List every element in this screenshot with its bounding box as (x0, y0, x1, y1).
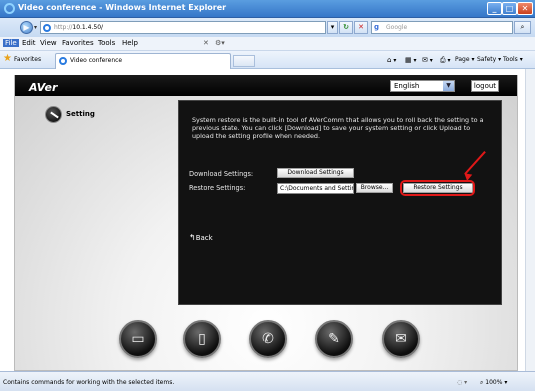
close-window-button[interactable]: ✕ (517, 2, 533, 15)
maximize-button[interactable]: □ (502, 2, 517, 15)
print-icon[interactable]: ⎙ ▾ (440, 56, 451, 65)
search-go-button[interactable]: ⌕ (514, 21, 531, 34)
tab-title: Video conference (70, 57, 123, 64)
browse-button[interactable]: Browse... (356, 183, 393, 193)
restore-description: System restore is the built-in tool of A… (192, 116, 484, 140)
forward-nav-button[interactable]: ▶ (20, 21, 33, 34)
safety-menu[interactable]: Safety ▾ (477, 56, 501, 63)
new-tab-button[interactable] (233, 55, 255, 67)
toolbar-addon-icon[interactable]: ⚙▾ (215, 39, 225, 47)
app-header: AVer English ▼ logout (15, 75, 517, 96)
menu-tools[interactable]: Tools (98, 39, 115, 47)
page-menu[interactable]: Page ▾ (455, 56, 474, 63)
favorites-bar: ★ Favorites Video conference ⌂ ▾ ▦ ▾ ✉ ▾… (0, 51, 535, 69)
monitor-icon: ▭ (131, 331, 145, 347)
address-url: http://10.1.4.50/ (54, 24, 104, 31)
refresh-button[interactable]: ↻ (339, 21, 353, 34)
window-titlebar: Video conference - Windows Internet Expl… (0, 0, 535, 18)
menu-edit[interactable]: Edit (22, 39, 36, 47)
nav-phonebook-button[interactable]: ▯ (183, 320, 221, 358)
status-text: Contains commands for working with the s… (3, 379, 175, 386)
toolbar-close-icon[interactable]: ✕ (203, 39, 209, 47)
search-input[interactable]: g Google (371, 21, 513, 34)
browser-tab[interactable]: Video conference (55, 53, 231, 69)
nav-settings-button[interactable]: ✎ (315, 320, 353, 358)
tab-ie-icon (59, 57, 67, 65)
setting-gauge-icon (45, 106, 62, 123)
stop-button[interactable]: ✕ (354, 21, 368, 34)
section-title: Setting (66, 110, 95, 118)
nav-history-dropdown-icon[interactable]: ▾ (34, 24, 37, 31)
mail-icon[interactable]: ✉ ▾ (422, 56, 433, 64)
back-arrow-icon: ↰ (189, 233, 196, 242)
home-icon[interactable]: ⌂ ▾ (387, 56, 396, 64)
envelope-icon: ✉ (395, 331, 407, 347)
menu-view[interactable]: View (40, 39, 57, 47)
menu-bar: File Edit View Favorites Tools Help ✕ ⚙▾ (0, 37, 535, 51)
wrench-icon: ✎ (328, 331, 340, 347)
tools-menu[interactable]: Tools ▾ (503, 56, 523, 63)
address-dropdown-button[interactable]: ▾ (327, 21, 338, 34)
menu-favorites[interactable]: Favorites (62, 39, 94, 47)
restore-file-path-input[interactable]: C:\Documents and Settings (277, 183, 354, 194)
address-input[interactable]: http://10.1.4.50/ (40, 21, 326, 34)
download-settings-button[interactable]: Download Settings (277, 168, 354, 178)
window-title: Video conference - Windows Internet Expl… (18, 3, 227, 12)
zoom-level[interactable]: ⌕ 100% ▾ (480, 379, 507, 387)
download-settings-label: Download Settings: (189, 170, 254, 178)
chevron-down-icon: ▼ (443, 81, 454, 91)
menu-help[interactable]: Help (122, 39, 138, 47)
back-link[interactable]: ↰Back (189, 233, 213, 242)
minimize-button[interactable]: _ (487, 2, 502, 15)
address-toolbar: ◀ ▶ ▾ http://10.1.4.50/ ▾ ↻ ✕ g Google ⌕ (0, 18, 535, 165)
phone-call-icon: ✆ (262, 331, 274, 347)
favorites-label[interactable]: Favorites (14, 56, 41, 63)
nav-monitor-button[interactable]: ▭ (119, 320, 157, 358)
aver-logo: AVer (29, 81, 58, 94)
google-icon: g (374, 23, 380, 31)
language-select[interactable]: English ▼ (390, 80, 455, 92)
nav-message-button[interactable]: ✉ (382, 320, 420, 358)
page-icon (43, 24, 51, 32)
status-bar: Contains commands for working with the s… (0, 371, 535, 391)
phonebook-icon: ▯ (198, 331, 206, 347)
restore-settings-label: Restore Settings: (189, 184, 246, 192)
menu-file[interactable]: File (3, 39, 19, 47)
ie-logo-icon (4, 3, 15, 14)
vertical-scrollbar[interactable] (525, 69, 535, 371)
restore-button-highlight (400, 180, 475, 196)
favorites-star-icon[interactable]: ★ (3, 54, 12, 64)
feeds-icon[interactable]: ▦ ▾ (405, 56, 417, 64)
security-zone-icon[interactable]: ◌ ▾ (457, 379, 467, 386)
nav-call-button[interactable]: ✆ (249, 320, 287, 358)
logout-button[interactable]: logout (471, 80, 499, 92)
system-restore-panel: System restore is the built-in tool of A… (178, 100, 502, 305)
